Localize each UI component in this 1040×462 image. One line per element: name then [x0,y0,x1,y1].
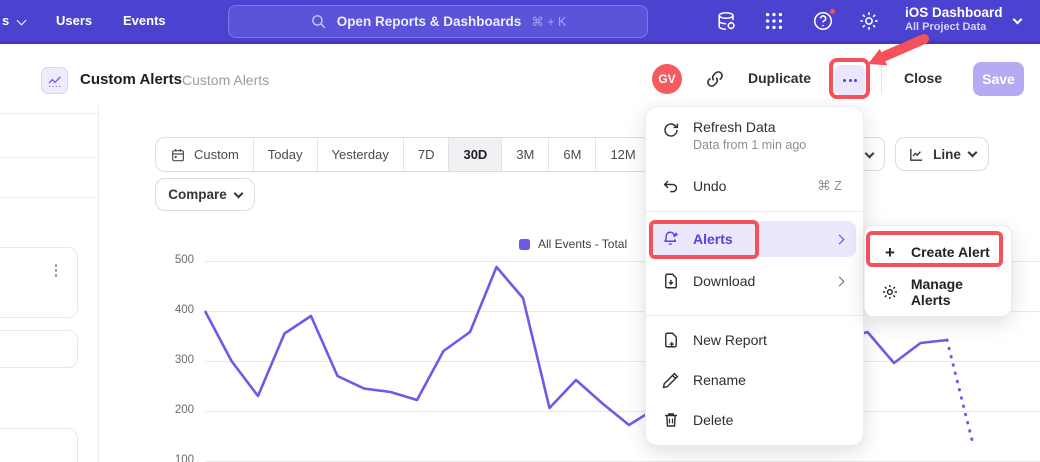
menu-divider [646,211,863,212]
rename-label: Rename [693,372,746,388]
y-axis-tick: 400 [160,304,194,316]
calendar-icon [170,147,186,163]
sidebar [0,106,99,462]
menu-item-delete[interactable]: Delete [653,405,856,435]
chevron-down-icon [17,16,27,26]
page-title: Custom Alerts [80,71,182,88]
refresh-icon [662,121,680,139]
range-7d[interactable]: 7D [403,138,449,171]
nav-item-users[interactable]: Users [56,0,92,41]
undo-label: Undo [693,178,726,194]
bell-plus-icon [662,230,680,248]
chart-type-button[interactable]: Line [895,137,989,171]
line-chart-icon [908,146,925,163]
range-30d[interactable]: 30D [448,138,501,171]
range-6m[interactable]: 6M [548,138,595,171]
range-today[interactable]: Today [253,138,317,171]
project-switcher[interactable]: iOS Dashboard All Project Data [905,5,1003,33]
y-axis-tick: 100 [160,454,194,462]
sidebar-divider [0,113,98,114]
submenu-item-manage-alerts[interactable]: Manage Alerts [871,273,1005,311]
sidebar-card[interactable] [0,428,78,462]
refresh-label: Refresh Data [693,119,806,135]
chevron-down-icon [865,149,875,159]
range-12m[interactable]: 12M [595,138,649,171]
new-report-label: New Report [693,332,767,348]
more-options-button[interactable] [835,65,865,95]
search-icon [310,13,327,30]
chart-type-label: Line [933,147,961,162]
menu-item-refresh-data[interactable]: Refresh Data Data from 1 min ago [653,115,856,159]
refresh-sublabel: Data from 1 min ago [693,138,806,152]
date-range-control: Custom TodayYesterday7D30D3M6M12M [155,137,651,172]
top-navbar: s Users Events Open Reports & Dashboards… [0,0,1040,44]
menu-item-download[interactable]: Download [653,263,856,299]
menu-divider [646,315,863,316]
breadcrumb: Custom Alerts [182,72,269,88]
y-axis-tick: 300 [160,354,194,366]
apps-grid-icon[interactable] [763,10,785,32]
gear-icon [881,283,899,301]
undo-icon [662,177,680,195]
range-custom[interactable]: Custom [156,138,253,171]
nav-item-events[interactable]: Events [123,0,166,41]
kebab-menu-icon[interactable] [53,262,60,279]
menu-item-new-report[interactable]: New Report [653,325,856,355]
project-title: iOS Dashboard [905,5,1003,20]
nav-item-truncated-label: s [2,13,9,28]
project-subtitle: All Project Data [905,21,1003,33]
settings-icon[interactable] [858,10,880,32]
search-placeholder: Open Reports & Dashboards [337,14,522,29]
range-3m[interactable]: 3M [501,138,548,171]
alerts-label: Alerts [693,231,733,247]
global-search-button[interactable]: Open Reports & Dashboards ⌘ + K [228,5,648,38]
chevron-down-icon [1013,15,1023,25]
report-header: Custom Alerts Custom Alerts GV Duplicate… [0,44,1040,106]
avatar[interactable]: GV [652,64,682,94]
create-alert-label: Create Alert [911,244,990,260]
download-label: Download [693,273,755,289]
series-line-dashed [947,340,974,446]
download-icon [662,272,680,290]
menu-item-undo[interactable]: Undo ⌘ Z [653,171,856,201]
sidebar-divider [0,197,98,198]
header-divider [881,66,882,94]
compare-label: Compare [168,187,227,202]
range-custom-label: Custom [194,147,239,162]
chevron-down-icon [233,188,243,198]
menu-item-alerts[interactable]: Alerts [653,221,856,257]
more-options-menu: Refresh Data Data from 1 min ago Undo ⌘ … [645,106,864,446]
delete-label: Delete [693,412,733,428]
save-button[interactable]: Save [973,62,1024,96]
close-button[interactable]: Close [904,70,942,86]
chevron-right-icon [835,276,845,286]
help-icon[interactable] [812,10,834,32]
undo-shortcut: ⌘ Z [817,178,842,194]
duplicate-button[interactable]: Duplicate [748,70,811,86]
range-yesterday[interactable]: Yesterday [317,138,403,171]
search-shortcut: ⌘ + K [531,14,566,29]
alerts-submenu: + Create Alert Manage Alerts [864,225,1012,317]
menu-item-rename[interactable]: Rename [653,365,856,395]
sidebar-card[interactable] [0,247,78,318]
plus-icon: + [881,244,899,261]
notification-badge [828,7,837,16]
y-axis-tick: 200 [160,404,194,416]
submenu-item-create-alert[interactable]: + Create Alert [871,233,1005,271]
new-report-icon [662,331,680,349]
sidebar-card[interactable] [0,330,78,368]
chevron-right-icon [835,234,845,244]
manage-alerts-label: Manage Alerts [911,276,1005,308]
sidebar-divider [0,157,98,158]
copy-link-icon[interactable] [705,69,725,94]
trash-icon [662,411,680,429]
y-axis-tick: 500 [160,254,194,266]
data-definitions-icon[interactable] [716,10,738,32]
nav-item-truncated[interactable]: s [2,0,25,41]
report-type-icon [41,67,68,94]
chevron-down-icon [967,148,977,158]
compare-button[interactable]: Compare [155,178,255,211]
pencil-icon [662,371,680,389]
